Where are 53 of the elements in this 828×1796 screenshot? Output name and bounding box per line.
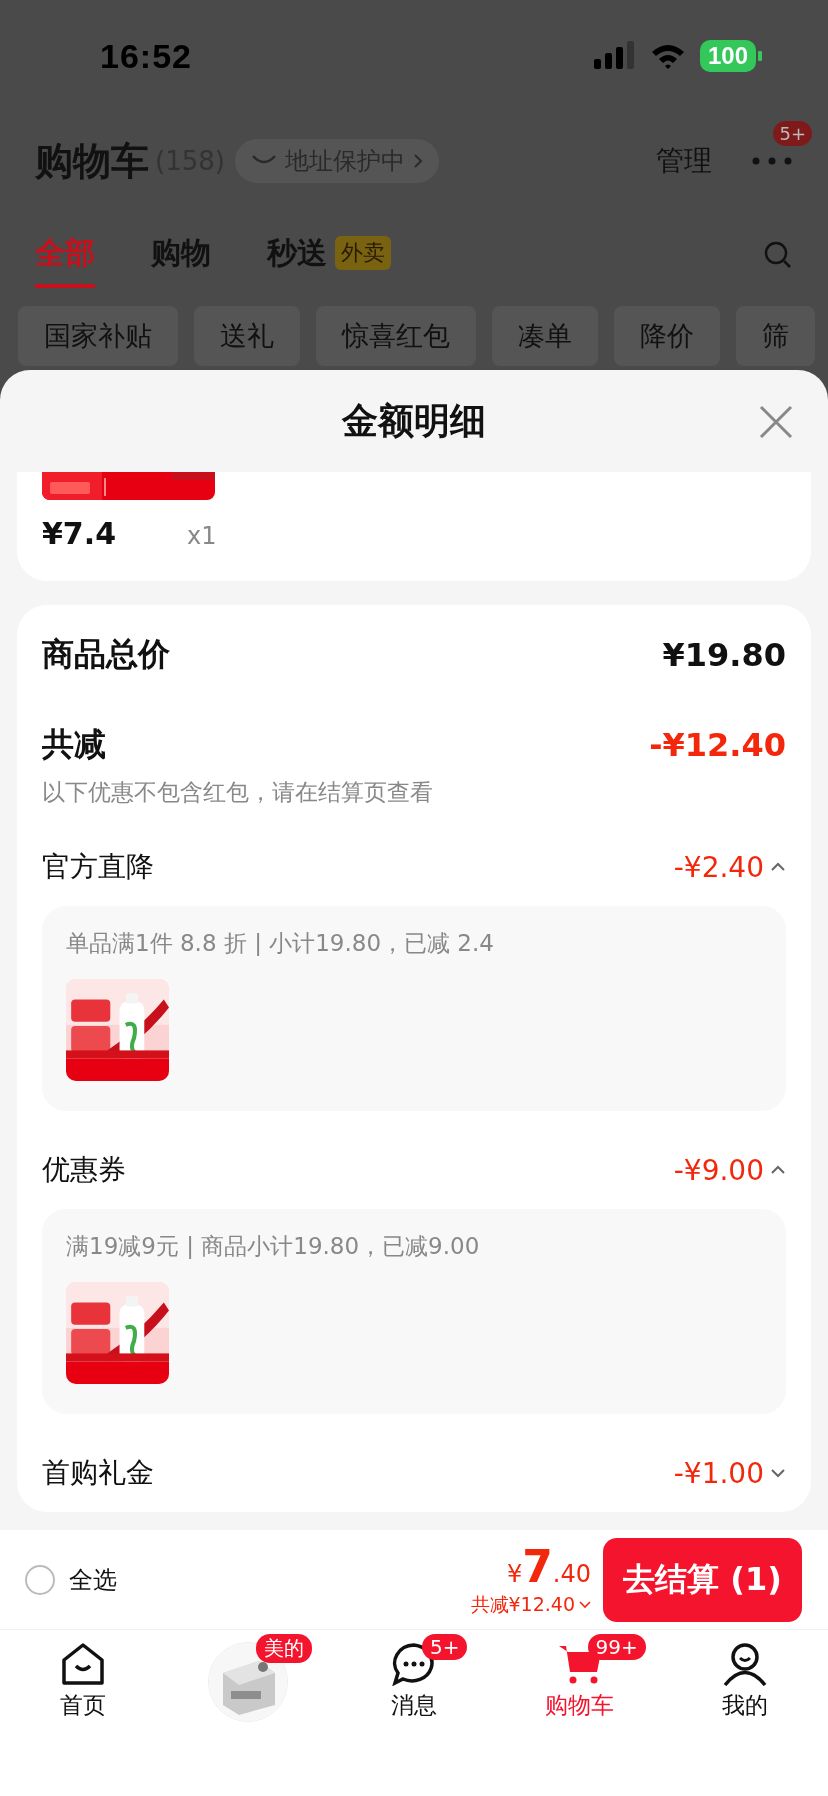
nav-tab[interactable]: 首页 bbox=[59, 1642, 106, 1721]
takeout-tag: 外卖 bbox=[335, 236, 391, 270]
count-badge: 99+ bbox=[587, 1634, 646, 1660]
nav-tab[interactable]: 我的 bbox=[722, 1642, 769, 1721]
discount-toggle[interactable]: -¥1.00 bbox=[673, 1456, 786, 1490]
category-tab[interactable]: 购物 bbox=[151, 222, 211, 288]
filter-chip[interactable]: 惊喜红包 bbox=[316, 306, 476, 366]
category-tab[interactable]: 秒送 外卖 bbox=[267, 222, 391, 288]
filter-chip[interactable]: 送礼 bbox=[194, 306, 300, 366]
filter-chip[interactable]: 降价 bbox=[614, 306, 720, 366]
discount-toggle[interactable]: -¥9.00 bbox=[673, 1153, 786, 1187]
caret-down-icon bbox=[770, 1468, 786, 1478]
caret-up-icon bbox=[770, 862, 786, 872]
clock-time: 16:52 bbox=[100, 36, 192, 76]
count-badge: 美的 bbox=[256, 1634, 313, 1663]
manage-button[interactable]: 管理 bbox=[656, 142, 712, 180]
select-all-label: 全选 bbox=[69, 1564, 117, 1596]
discount-label: 官方直降 bbox=[42, 849, 154, 885]
saving-toggle[interactable]: 共减¥12.40 bbox=[470, 1592, 591, 1618]
total-label: 商品总价 bbox=[42, 634, 170, 675]
count-badge: 5+ bbox=[422, 1634, 468, 1660]
select-all-checkbox[interactable] bbox=[25, 1564, 55, 1595]
item-quantity: x1 bbox=[187, 522, 217, 550]
more-icon[interactable] bbox=[752, 157, 792, 165]
search-icon[interactable] bbox=[763, 240, 793, 270]
caret-down-icon bbox=[579, 1601, 591, 1609]
total-amount: ¥19.80 bbox=[662, 636, 786, 674]
discount-detail: 满19减9元 | 商品小计19.80，已减9.00 bbox=[66, 1232, 481, 1261]
caret-up-icon bbox=[770, 1165, 786, 1175]
filter-chip[interactable]: 凑单 bbox=[492, 306, 598, 366]
page-title: 购物车 bbox=[35, 137, 149, 185]
discount-toggle[interactable]: -¥2.40 bbox=[673, 850, 786, 884]
chevron-right-icon bbox=[412, 153, 423, 169]
home-icon bbox=[59, 1642, 106, 1686]
close-icon[interactable] bbox=[758, 404, 794, 440]
notification-badge: 5+ bbox=[773, 121, 812, 146]
battery-level: 100 bbox=[699, 40, 756, 72]
filter-chip[interactable]: 筛 bbox=[736, 306, 815, 366]
sheet-title: 金额明细 bbox=[342, 398, 486, 443]
checkout-button[interactable]: 去结算 (1) bbox=[603, 1537, 802, 1622]
reduction-label: 共减 bbox=[42, 724, 106, 765]
discount-detail: 单品满1件 8.8 折 | 小计19.80，已减 2.4 bbox=[66, 929, 495, 958]
category-tab[interactable]: 全部 bbox=[35, 222, 95, 288]
reduction-note: 以下优惠不包含红包，请在结算页查看 bbox=[42, 778, 434, 807]
total-price: ¥7.40 bbox=[506, 1541, 591, 1592]
filter-chip[interactable]: 国家补贴 bbox=[18, 306, 178, 366]
item-price: ¥7.4 bbox=[42, 516, 118, 551]
reduction-amount: -¥12.40 bbox=[649, 726, 786, 764]
discount-label: 首购礼金 bbox=[42, 1455, 154, 1491]
person-icon bbox=[722, 1642, 769, 1686]
battery-tip-icon bbox=[758, 51, 762, 61]
signal-icon bbox=[593, 41, 636, 71]
discount-label: 优惠券 bbox=[42, 1152, 126, 1188]
